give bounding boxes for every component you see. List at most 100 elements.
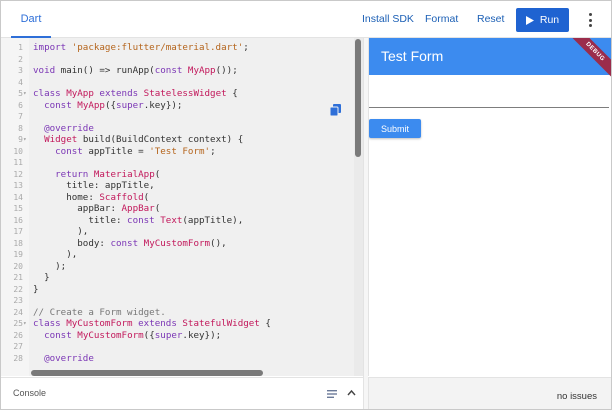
run-button[interactable]: Run — [516, 8, 569, 32]
code-line: 26 const MyCustomForm({super.key}); — [1, 330, 363, 341]
line-number: 27 — [13, 342, 23, 351]
code-line: 8 @override — [1, 123, 363, 134]
code-line: 25 ▾ class MyCustomForm extends StatefulWi… — [1, 318, 363, 329]
chevron-up-icon[interactable] — [347, 389, 356, 397]
line-number: 15 — [13, 204, 23, 213]
line-number: 16 — [13, 215, 23, 225]
code-line: 18 body: const MyCustomForm(), — [1, 238, 363, 249]
status-bar: no issues — [368, 377, 611, 409]
code-text: ), — [33, 226, 89, 237]
line-number: 11 — [13, 158, 23, 167]
fold-toggle-icon[interactable]: ▾ — [23, 88, 29, 99]
code-line: 17 ), — [1, 226, 363, 237]
code-line: 1 import 'package:flutter/material.dart'; — [1, 42, 363, 53]
app-preview: Test Form DEBUG Submit — [368, 38, 611, 376]
line-number: 12 — [13, 169, 23, 179]
line-number: 25 — [13, 319, 23, 328]
format-button[interactable]: Format — [425, 1, 458, 37]
code-text: import 'package:flutter/material.dart'; — [33, 42, 255, 53]
line-number: 28 — [13, 353, 23, 363]
fold-toggle-icon[interactable]: ▾ — [23, 134, 29, 145]
code-text: const appTitle = 'Test Form'; — [55, 145, 216, 157]
line-number: 6 — [18, 100, 23, 110]
line-number: 3 — [18, 66, 23, 75]
code-line: 11 — [1, 157, 363, 168]
code-text: ); — [33, 260, 67, 272]
line-number: 20 — [13, 261, 23, 271]
code-line: 15 appBar: AppBar( — [1, 203, 363, 214]
code-text: return MaterialApp( — [55, 168, 161, 180]
run-label: Run — [539, 14, 560, 26]
code-line: 9 ▾ Widget build(BuildContext context) { — [1, 134, 363, 145]
toolbar: Dart Install SDK Format Reset Run — [1, 1, 611, 38]
tab-dart[interactable]: Dart — [11, 1, 51, 38]
line-number: 22 — [13, 284, 23, 294]
code-text: title: appTitle, — [33, 180, 155, 191]
reset-button[interactable]: Reset — [477, 1, 504, 37]
appbar-title: Test Form — [381, 48, 444, 64]
install-sdk-button[interactable]: Install SDK — [362, 1, 414, 37]
code-line: 10 const appTitle = 'Test Form'; — [1, 146, 363, 157]
line-number: 21 — [13, 273, 23, 282]
preview-appbar: Test Form DEBUG — [369, 38, 611, 81]
line-number: 5 — [18, 89, 23, 98]
more-vert-icon[interactable] — [583, 9, 597, 31]
code-editor[interactable]: 1 import 'package:flutter/material.dart';… — [1, 38, 363, 376]
play-icon — [525, 15, 534, 25]
code-line: 4 — [1, 77, 363, 88]
line-number: 17 — [13, 227, 23, 236]
console-label: Console — [13, 388, 47, 398]
code-line: 19 ), — [1, 249, 363, 260]
code-text: class MyCustomForm extends StatefulWidge… — [33, 318, 271, 329]
text-form-field[interactable] — [369, 106, 609, 108]
code-text: Widget build(BuildContext context) { — [44, 134, 244, 145]
code-line: 16 title: const Text(appTitle), — [1, 215, 363, 226]
code-text: void main() => runApp(const MyApp()); — [33, 65, 238, 76]
code-text: // Create a Form widget. — [33, 306, 166, 318]
line-number: 2 — [18, 54, 23, 64]
line-number: 8 — [18, 123, 23, 133]
code-line: 21 } — [1, 272, 363, 283]
line-number: 18 — [13, 238, 23, 248]
code-text: home: Scaffold( — [33, 191, 150, 203]
debug-banner: DEBUG — [566, 38, 611, 81]
line-number: 19 — [13, 250, 23, 259]
line-number: 23 — [13, 296, 23, 305]
code-text: const MyCustomForm({super.key}); — [44, 329, 222, 341]
line-number: 1 — [18, 43, 23, 52]
code-line: 7 — [1, 111, 363, 122]
editor-horizontal-scrollbar[interactable] — [31, 370, 263, 376]
line-number: 24 — [13, 307, 23, 317]
line-number: 10 — [13, 146, 23, 156]
code-line: 24 // Create a Form widget. — [1, 307, 363, 318]
code-line: 22} — [1, 284, 363, 295]
line-number: 4 — [18, 77, 23, 87]
issues-status: no issues — [556, 391, 597, 402]
code-line: 3 void main() => runApp(const MyApp()); — [1, 65, 363, 76]
console-bar: Console — [1, 377, 363, 409]
submit-button[interactable]: Submit — [369, 119, 421, 138]
code-text: ), — [33, 249, 78, 260]
code-text: title: const Text(appTitle), — [33, 214, 244, 226]
fold-toggle-icon[interactable]: ▾ — [23, 318, 29, 329]
line-number: 9 — [18, 135, 23, 144]
clear-console-icon[interactable] — [327, 390, 337, 398]
code-line: 23 — [1, 295, 363, 306]
code-line: 28 @override — [1, 353, 363, 364]
code-line: 2 — [1, 54, 363, 65]
code-text: } — [33, 283, 39, 295]
code-text: const MyApp({super.key}); — [44, 99, 183, 111]
code-line: 20 ); — [1, 261, 363, 272]
code-text: body: const MyCustomForm(), — [33, 237, 227, 249]
copy-icon[interactable] — [330, 104, 341, 116]
line-number: 13 — [13, 181, 23, 190]
code-line: 27 — [1, 341, 363, 352]
editor-vertical-scrollbar[interactable] — [355, 39, 361, 157]
line-number: 26 — [13, 330, 23, 340]
code-line: 13 title: appTitle, — [1, 180, 363, 191]
code-text: @override — [44, 122, 94, 134]
code-line: 12 return MaterialApp( — [1, 169, 363, 180]
line-number: 7 — [18, 112, 23, 121]
dartpad-window: Dart Install SDK Format Reset Run 1 impor… — [0, 0, 612, 410]
line-number: 14 — [13, 192, 23, 202]
